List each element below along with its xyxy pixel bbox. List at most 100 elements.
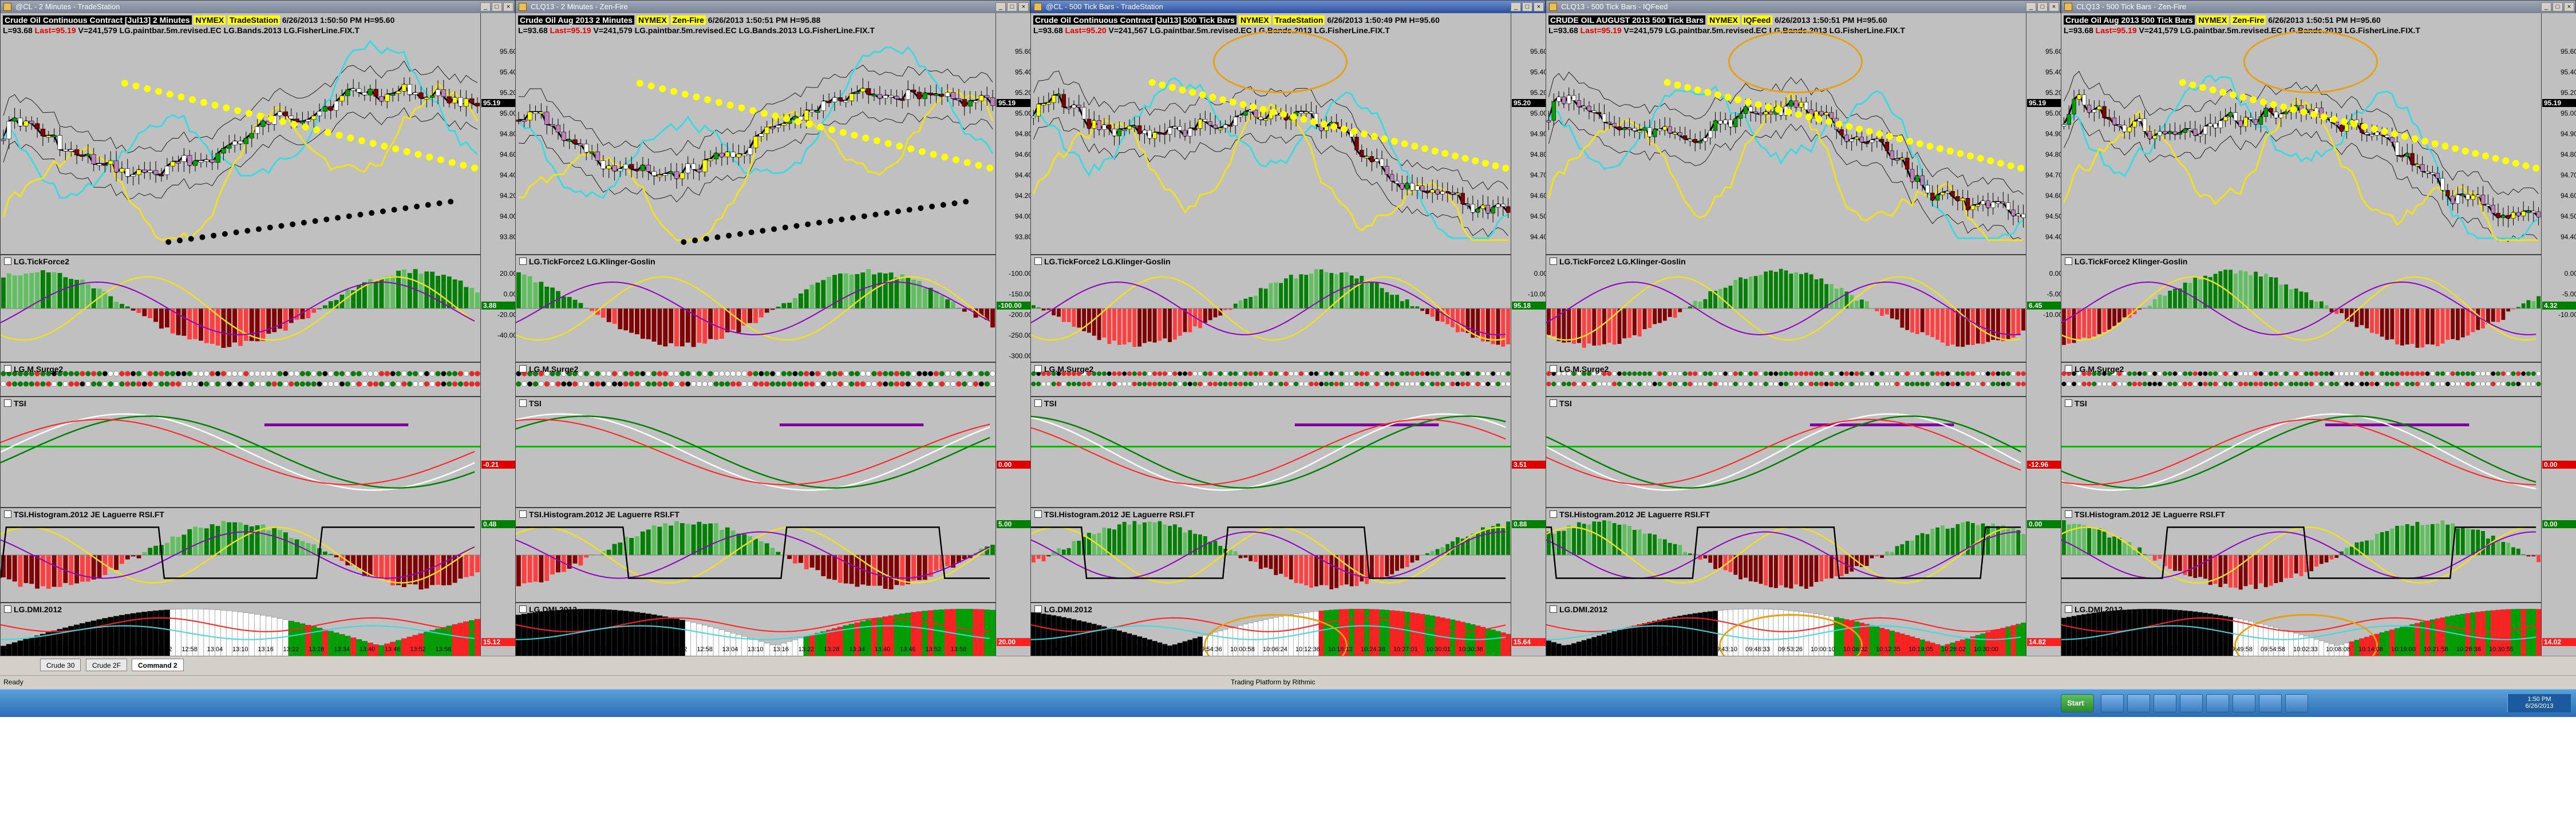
pane-menu-icon[interactable] xyxy=(1550,510,1557,518)
window-titlebar[interactable]: CLQ13 - 500 Tick Bars - IQFeed _ □ × xyxy=(1546,1,2060,13)
candle-body xyxy=(1036,104,1041,117)
chart-plot-area[interactable]: Crude Oil Aug 2013 2 Minutes NYMEX Zen-F… xyxy=(516,13,1032,656)
oscillator-tick-label: -100.00 xyxy=(1009,270,1032,278)
chart-plot-area[interactable]: Crude Oil Aug 2013 500 Tick Bars NYMEX Z… xyxy=(2061,13,2576,677)
pane-menu-icon[interactable] xyxy=(1550,365,1557,373)
minimize-icon[interactable]: _ xyxy=(1511,2,1521,11)
histogram-bar xyxy=(2395,525,2400,555)
pane-menu-icon[interactable] xyxy=(519,399,527,407)
pane-menu-icon[interactable] xyxy=(4,399,11,407)
surge-dot xyxy=(1960,381,1965,387)
candle-body xyxy=(2274,112,2278,118)
sheet-tab-crude30[interactable]: Crude 30 xyxy=(40,659,81,671)
trend-dot-yellow xyxy=(471,164,479,172)
chart-plot-area[interactable]: Crude Oil Continuous Contract [Jul13] 2 … xyxy=(1,13,517,656)
pane-menu-icon[interactable] xyxy=(4,605,11,613)
pane-menu-icon[interactable] xyxy=(519,510,527,518)
minimize-icon[interactable]: _ xyxy=(2541,2,2551,11)
candle-body xyxy=(2006,202,2010,211)
window-titlebar[interactable]: CLQ13 - 500 Tick Bars - Zen-Fire _ □ × xyxy=(2061,1,2575,13)
candle-body xyxy=(685,163,690,173)
pane-menu-icon[interactable] xyxy=(2065,510,2072,518)
taskbar-app-8[interactable] xyxy=(2285,694,2308,712)
system-tray: 1:50 PM 6/26/2013 xyxy=(2507,694,2571,712)
drawn-ellipse-annotation[interactable] xyxy=(1728,30,1863,93)
pane-menu-icon[interactable] xyxy=(519,365,527,373)
taskbar-app-4[interactable] xyxy=(2180,694,2203,712)
drawn-ellipse-annotation[interactable] xyxy=(1213,30,1348,93)
time-axis[interactable]: 09:15:04 09:21:08 09:25:36 09:30:54 09:37:29… xyxy=(1546,645,2026,655)
minimize-icon[interactable]: _ xyxy=(995,2,1006,11)
surge-dot xyxy=(2415,381,2420,387)
chart-window-4[interactable]: CLQ13 - 500 Tick Bars - IQFeed _ □ × CRU… xyxy=(1546,0,2063,677)
surge-dot xyxy=(758,381,764,387)
close-icon[interactable]: × xyxy=(1018,2,1029,11)
minimize-icon[interactable]: _ xyxy=(2026,2,2036,11)
surge-dot xyxy=(990,381,995,387)
time-axis[interactable]: 12:16 12:22 12:28 12:34 12:40 12:46 12:52 12:58… xyxy=(516,645,995,655)
pane-label-text: LG.TickForce2 LG.Klinger-Goslin xyxy=(529,257,655,266)
pane-menu-icon[interactable] xyxy=(1550,605,1557,613)
maximize-icon[interactable]: □ xyxy=(2037,2,2048,11)
time-axis[interactable]: 09:24:48 09:27:18 09:33:08 09:37:18 09:43:58… xyxy=(2061,645,2541,655)
pane-menu-icon[interactable] xyxy=(519,605,527,613)
pane-menu-icon[interactable] xyxy=(2065,258,2072,265)
chart-plot-area[interactable]: CRUDE OIL AUGUST 2013 500 Tick Bars NYME… xyxy=(1546,13,2063,677)
start-button[interactable]: Start xyxy=(2061,694,2094,712)
pane-menu-icon[interactable] xyxy=(2065,399,2072,407)
time-axis[interactable]: 12:16 12:22 12:28 12:34 12:40 12:46 12:52 12:58… xyxy=(1,645,480,655)
close-icon[interactable]: × xyxy=(2564,2,2574,11)
pane-menu-icon[interactable] xyxy=(4,258,11,265)
sheet-tab-command2[interactable]: Command 2 xyxy=(132,659,184,671)
close-icon[interactable]: × xyxy=(503,2,513,11)
pane-menu-icon[interactable] xyxy=(519,258,527,265)
price-tick-label: 94.20 xyxy=(499,192,517,200)
close-icon[interactable]: × xyxy=(2049,2,2059,11)
pane-menu-icon[interactable] xyxy=(4,365,11,373)
pane-menu-icon[interactable] xyxy=(1550,258,1557,265)
maximize-icon[interactable]: □ xyxy=(492,2,502,11)
chart-window-2[interactable]: CLQ13 - 2 Minutes - Zen-Fire _ □ × Crude… xyxy=(515,0,1032,656)
surge-dot xyxy=(356,381,362,387)
taskbar-app-1[interactable] xyxy=(2101,694,2124,712)
candle-body xyxy=(2097,106,2101,110)
histogram-bar xyxy=(934,291,939,308)
sheet-tab-crude2f[interactable]: Crude 2F xyxy=(86,659,128,671)
pane-menu-icon[interactable] xyxy=(1034,510,1042,518)
surge-dot xyxy=(2334,371,2339,377)
histogram-bar xyxy=(1769,555,1773,588)
trend-dot-yellow xyxy=(2229,91,2237,98)
taskbar-app-2[interactable] xyxy=(2127,694,2150,712)
window-titlebar[interactable]: @CL - 2 Minutes - TradeStation _ □ × xyxy=(1,1,515,13)
maximize-icon[interactable]: □ xyxy=(1522,2,1532,11)
taskbar-app-5[interactable] xyxy=(2206,694,2229,712)
taskbar-app-6[interactable] xyxy=(2233,694,2255,712)
minimize-icon[interactable]: _ xyxy=(480,2,491,11)
chart-window-1[interactable]: @CL - 2 Minutes - TradeStation _ □ × Cru… xyxy=(0,0,517,656)
drawn-ellipse-annotation[interactable] xyxy=(2243,30,2379,93)
chart-plot-area[interactable]: Crude Oil Continuous Contract [Jul13] 50… xyxy=(1031,13,1547,677)
close-icon[interactable]: × xyxy=(1534,2,1544,11)
pane-menu-icon[interactable] xyxy=(1034,258,1042,265)
maximize-icon[interactable]: □ xyxy=(2553,2,2563,11)
pane-menu-icon[interactable] xyxy=(1034,605,1042,613)
time-axis[interactable]: 09:24:36 09:36:32 09:37:36 09:43:16 09:48:28… xyxy=(1031,645,1511,655)
window-titlebar[interactable]: @CL - 500 Tick Bars - TradeStation _ □ × xyxy=(1031,1,1545,13)
pane-menu-icon[interactable] xyxy=(4,510,11,518)
histogram-bar xyxy=(1410,555,1415,563)
taskbar-app-7[interactable] xyxy=(2259,694,2282,712)
taskbar-app-3[interactable] xyxy=(2154,694,2176,712)
pane-menu-icon[interactable] xyxy=(1034,399,1042,407)
candle-body xyxy=(1107,124,1112,129)
pane-menu-icon[interactable] xyxy=(2065,605,2072,613)
chart-window-3[interactable]: @CL - 500 Tick Bars - TradeStation _ □ ×… xyxy=(1030,0,1547,677)
chart-window-5[interactable]: CLQ13 - 500 Tick Bars - Zen-Fire _ □ × C… xyxy=(2061,0,2576,677)
pane-menu-icon[interactable] xyxy=(2065,365,2072,373)
window-titlebar[interactable]: CLQ13 - 2 Minutes - Zen-Fire _ □ × xyxy=(516,1,1030,13)
surge-dot xyxy=(990,371,995,377)
maximize-icon[interactable]: □ xyxy=(1007,2,1017,11)
surge-dot xyxy=(1874,381,1879,387)
histogram-bar xyxy=(1653,308,1657,324)
pane-menu-icon[interactable] xyxy=(1034,365,1042,373)
pane-menu-icon[interactable] xyxy=(1550,399,1557,407)
